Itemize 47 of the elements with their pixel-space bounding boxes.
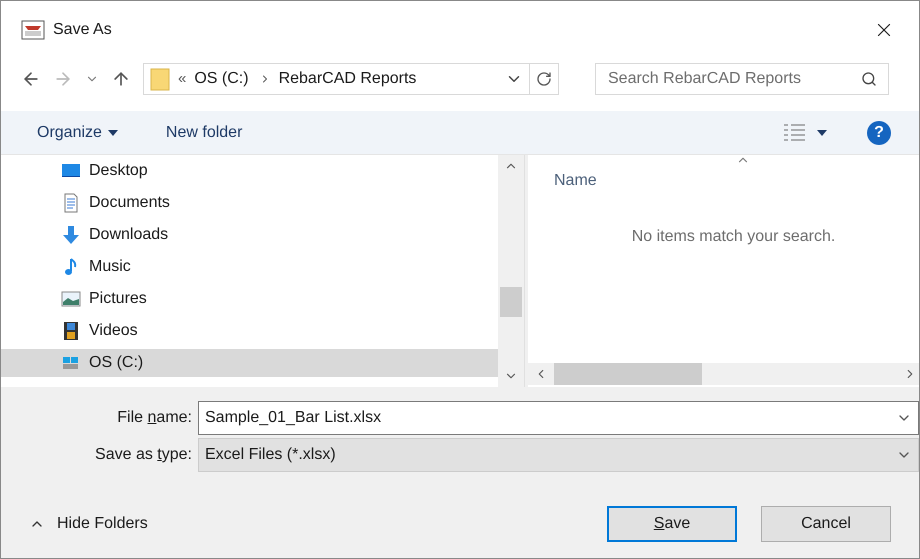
scrollbar-thumb[interactable]: [554, 363, 702, 385]
navigation-item-label: OS (C:): [89, 353, 144, 373]
app-icon: [21, 20, 45, 40]
field-label: Save as type:: [94, 445, 193, 465]
caret-icon: [817, 130, 827, 136]
navigation-item-label: Videos: [89, 321, 138, 341]
field-label: File name:: [116, 408, 193, 428]
navigation-item[interactable]: Videos: [1, 317, 498, 345]
refresh-icon: [536, 71, 552, 87]
view-options-button[interactable]: [783, 122, 827, 142]
address-bar[interactable]: « OS (C:) RebarCAD Reports: [143, 63, 559, 95]
empty-list-message: No items match your search.: [632, 227, 836, 247]
dialog-button[interactable]: Save: [607, 506, 737, 542]
window-title: Save As: [53, 20, 113, 40]
dialog-button[interactable]: Cancel: [761, 506, 891, 542]
help-button[interactable]: ?: [867, 120, 891, 144]
navigation-item[interactable]: Documents: [1, 189, 498, 217]
navigation-item-label: Music: [89, 257, 131, 277]
navigation-item-label: Downloads: [89, 225, 168, 245]
search-field[interactable]: Search RebarCAD Reports: [595, 63, 889, 95]
vertical-scrollbar[interactable]: [498, 155, 524, 387]
search-icon: [861, 71, 877, 87]
film-strip-icon: [61, 321, 81, 341]
horizontal-scrollbar[interactable]: [528, 363, 919, 385]
navigation-item-label: Pictures: [89, 289, 147, 309]
file-type-select[interactable]: Excel Files (*.xlsx): [198, 438, 919, 472]
navigation-item[interactable]: Desktop: [1, 157, 498, 185]
navigation-item[interactable]: Downloads: [1, 221, 498, 249]
name-column-header[interactable]: Name: [554, 169, 597, 193]
navigation-item[interactable]: Pictures: [1, 285, 498, 313]
details-view-icon: [783, 122, 807, 142]
breadcrumb[interactable]: OS (C:): [194, 67, 249, 91]
navigation-item[interactable]: OS (C:): [1, 349, 498, 377]
breadcrumb-overflow[interactable]: «: [178, 68, 186, 90]
hide-folders-button[interactable]: Hide Folders: [29, 512, 148, 536]
organize-menu[interactable]: Organize: [29, 120, 126, 144]
navigation-item-label: Documents: [89, 193, 170, 213]
scrollbar-thumb[interactable]: [500, 287, 522, 317]
navigation-item-label: Desktop: [89, 161, 148, 181]
new-folder-button[interactable]: New folder: [166, 120, 242, 144]
file-name-field[interactable]: Sample_01_Bar List.xlsx: [198, 401, 919, 435]
caret-icon: [108, 130, 118, 136]
navigation-item[interactable]: Music: [1, 253, 498, 281]
breadcrumb[interactable]: RebarCAD Reports: [278, 67, 416, 91]
down-arrow-icon: [61, 225, 81, 245]
folder-icon: [150, 67, 170, 91]
landscape-picture-icon: [61, 289, 81, 309]
